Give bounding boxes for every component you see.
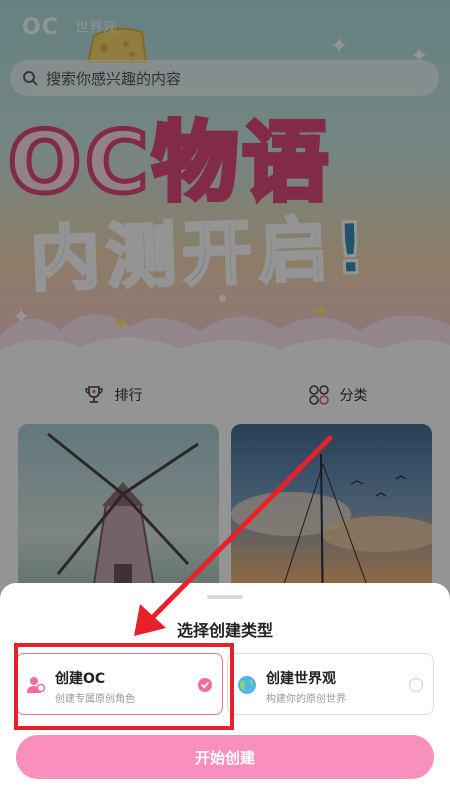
sheet-drag-handle[interactable] xyxy=(207,595,243,599)
create-type-sheet: 选择创建类型 创建OC 创建专属原创角色 创建世界观 构建你的原创世界 开始创建 xyxy=(0,583,450,801)
radio-unchecked-icon[interactable] xyxy=(409,678,423,692)
option-create-oc[interactable]: 创建OC 创建专属原创角色 xyxy=(16,653,223,715)
globe-icon xyxy=(238,676,256,694)
option-create-world-sub: 构建你的原创世界 xyxy=(266,694,346,705)
checkmark-icon[interactable] xyxy=(198,678,212,692)
option-create-world-label: 创建世界观 xyxy=(266,671,336,687)
user-pink-icon xyxy=(27,677,46,693)
option-create-oc-label: 创建OC xyxy=(55,671,106,687)
sheet-title: 选择创建类型 xyxy=(176,621,273,640)
start-create-button[interactable]: 开始创建 xyxy=(16,735,434,779)
option-create-world[interactable]: 创建世界观 构建你的原创世界 xyxy=(227,653,434,715)
option-create-oc-sub: 创建专属原创角色 xyxy=(55,694,135,705)
